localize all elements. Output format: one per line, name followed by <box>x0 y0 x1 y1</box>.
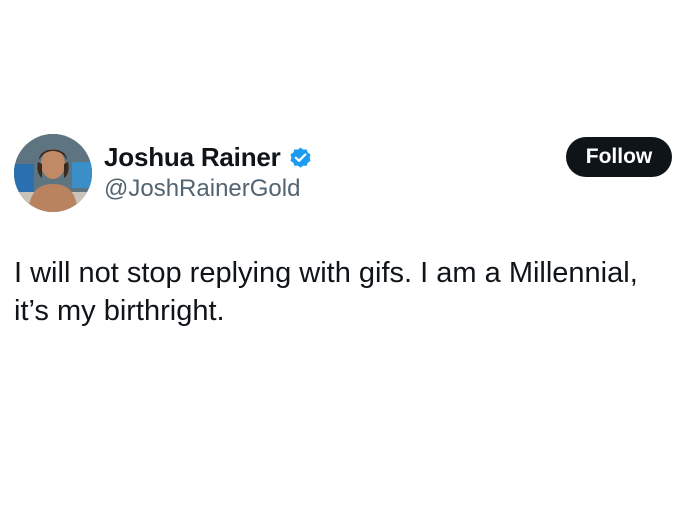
tweet-text-line: it’s my birthright. <box>14 295 225 327</box>
tweet-text: I will not stop replying with gifs. I am… <box>14 254 686 330</box>
follow-button[interactable]: Follow <box>566 137 672 177</box>
tweet-text-line: I will not stop replying with gifs. I am… <box>14 257 638 289</box>
verified-badge-icon <box>288 145 313 170</box>
avatar[interactable] <box>14 134 92 212</box>
tweet-card: Joshua Rainer @JoshRainerGold Follow I w… <box>0 0 700 521</box>
display-name[interactable]: Joshua Rainer <box>104 142 281 173</box>
display-name-row: Joshua Rainer <box>104 140 313 174</box>
user-handle[interactable]: @JoshRainerGold <box>104 175 300 203</box>
avatar-image <box>14 134 92 212</box>
